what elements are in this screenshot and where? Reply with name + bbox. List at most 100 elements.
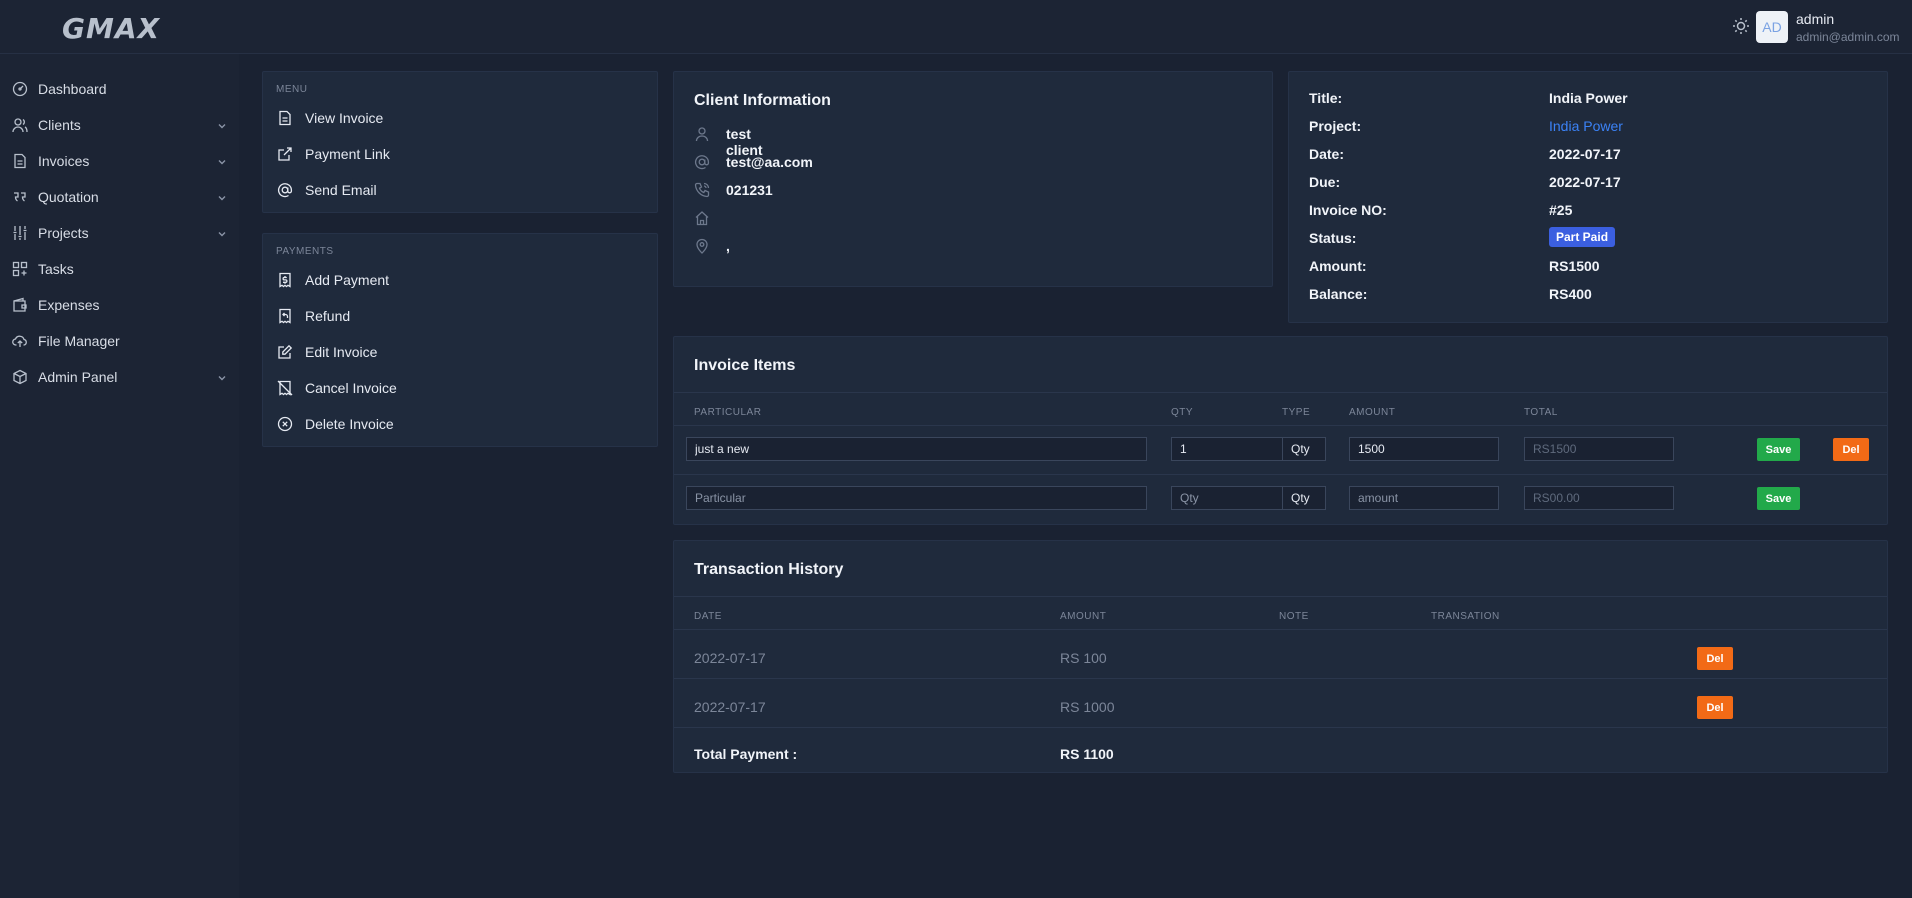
sidebar-item-label: Tasks bbox=[38, 261, 74, 277]
column-header-amount: AMOUNT bbox=[1349, 407, 1396, 418]
delete-button[interactable]: Del bbox=[1833, 438, 1869, 461]
receipt-dollar-icon bbox=[279, 272, 291, 288]
divider bbox=[674, 392, 1887, 393]
new-amount-input[interactable] bbox=[1349, 486, 1499, 510]
divider bbox=[674, 425, 1887, 426]
grid-icon bbox=[12, 261, 28, 277]
sidebar-item-invoices[interactable]: Invoices bbox=[0, 143, 239, 179]
payments-section-title: PAYMENTS bbox=[276, 246, 334, 257]
invoice-status-label: Status: bbox=[1309, 230, 1357, 246]
sidebar-item-tasks[interactable]: Tasks bbox=[0, 251, 239, 287]
particular-input[interactable] bbox=[686, 437, 1147, 461]
map-pin-icon bbox=[696, 238, 708, 254]
user-name[interactable]: admin bbox=[1796, 11, 1834, 27]
at-sign-icon bbox=[695, 155, 710, 170]
invoice-items-card: Invoice Items PARTICULAR QTY TYPE AMOUNT… bbox=[673, 336, 1888, 525]
add-payment-button[interactable]: Add Payment bbox=[263, 262, 657, 298]
phone-icon bbox=[694, 182, 710, 198]
invoice-project-label: Project: bbox=[1309, 118, 1362, 134]
sidebar-item-label: Dashboard bbox=[38, 81, 107, 97]
save-button[interactable]: Save bbox=[1757, 438, 1800, 461]
chevron-down-icon bbox=[218, 196, 226, 201]
home-icon bbox=[695, 211, 709, 226]
new-particular-input[interactable] bbox=[686, 486, 1147, 510]
file-icon bbox=[14, 153, 26, 169]
invoice-date-value: 2022-07-17 bbox=[1549, 146, 1621, 162]
new-save-button[interactable]: Save bbox=[1757, 487, 1800, 510]
cancel-invoice-button[interactable]: Cancel Invoice bbox=[263, 370, 657, 406]
menu-item-label: Refund bbox=[305, 308, 351, 324]
refund-button[interactable]: Refund bbox=[263, 298, 657, 334]
sidebar-item-dashboard[interactable]: Dashboard bbox=[0, 71, 239, 107]
type-select[interactable] bbox=[1282, 437, 1326, 461]
sidebar-item-admin-panel[interactable]: Admin Panel bbox=[0, 359, 239, 395]
box-icon bbox=[13, 369, 27, 385]
quote-icon bbox=[14, 192, 26, 202]
dashboard-icon bbox=[12, 81, 28, 97]
divider bbox=[674, 727, 1887, 728]
delete-invoice-button[interactable]: Delete Invoice bbox=[263, 406, 657, 442]
receipt-refund-icon bbox=[279, 308, 291, 324]
sun-icon[interactable] bbox=[1731, 16, 1751, 36]
menu-item-label: Send Email bbox=[305, 182, 377, 198]
view-invoice-button[interactable]: View Invoice bbox=[263, 100, 657, 136]
sidebar-item-label: Admin Panel bbox=[38, 369, 118, 385]
column-header-amount: AMOUNT bbox=[1060, 611, 1107, 622]
menu-item-label: Payment Link bbox=[305, 146, 390, 162]
chevron-down-icon bbox=[218, 232, 226, 237]
sidebar-item-clients[interactable]: Clients bbox=[0, 107, 239, 143]
file-text-icon bbox=[279, 110, 291, 126]
invoice-amount-value: RS1500 bbox=[1549, 258, 1600, 274]
invoice-number-label: Invoice NO: bbox=[1309, 202, 1387, 218]
transaction-amount: RS 1000 bbox=[1060, 699, 1115, 715]
sidebar-item-projects[interactable]: Projects bbox=[0, 215, 239, 251]
column-header-qty: QTY bbox=[1171, 407, 1194, 418]
divider bbox=[674, 474, 1887, 475]
client-phone: 021231 bbox=[726, 182, 773, 198]
invoice-amount-label: Amount: bbox=[1309, 258, 1367, 274]
column-header-type: TYPE bbox=[1282, 407, 1311, 418]
edit-invoice-button[interactable]: Edit Invoice bbox=[263, 334, 657, 370]
new-total-field bbox=[1524, 486, 1674, 510]
invoice-date-label: Date: bbox=[1309, 146, 1345, 162]
column-header-transaction: TRANSATION bbox=[1431, 611, 1500, 622]
sidebar-item-label: Invoices bbox=[38, 153, 90, 169]
top-header: GMAX AD admin admin@admin.com bbox=[0, 0, 1912, 54]
transaction-date: 2022-07-17 bbox=[694, 699, 766, 715]
transaction-history-card: Transaction History DATE AMOUNT NOTE TRA… bbox=[673, 540, 1888, 773]
sidebar-item-quotation[interactable]: Quotation bbox=[0, 179, 239, 215]
invoice-balance-label: Balance: bbox=[1309, 286, 1368, 302]
divider bbox=[674, 596, 1887, 597]
chevron-down-icon bbox=[218, 124, 226, 129]
sidebar-item-label: File Manager bbox=[38, 333, 120, 349]
users-icon bbox=[12, 118, 28, 133]
transaction-amount: RS 100 bbox=[1060, 650, 1107, 666]
transaction-date: 2022-07-17 bbox=[694, 650, 766, 666]
invoice-title-label: Title: bbox=[1309, 90, 1343, 106]
receipt-cancel-icon bbox=[277, 380, 293, 396]
user-email: admin@admin.com bbox=[1796, 30, 1900, 44]
client-location: , bbox=[726, 238, 730, 254]
delete-transaction-button[interactable]: Del bbox=[1697, 696, 1733, 719]
sidebar-item-file-manager[interactable]: File Manager bbox=[0, 323, 239, 359]
column-header-note: NOTE bbox=[1279, 611, 1309, 622]
sidebar-item-expenses[interactable]: Expenses bbox=[0, 287, 239, 323]
amount-input[interactable] bbox=[1349, 437, 1499, 461]
invoice-details-card: Title: India Power Project: India Power … bbox=[1288, 71, 1888, 323]
delete-transaction-button[interactable]: Del bbox=[1697, 647, 1733, 670]
total-field bbox=[1524, 437, 1674, 461]
app-logo[interactable]: GMAX bbox=[62, 12, 160, 45]
invoice-number-value: #25 bbox=[1549, 202, 1573, 218]
column-header-total: TOTAL bbox=[1524, 407, 1558, 418]
project-link[interactable]: India Power bbox=[1549, 118, 1623, 134]
status-badge: Part Paid bbox=[1549, 227, 1616, 247]
at-sign-icon bbox=[278, 183, 293, 198]
avatar[interactable]: AD bbox=[1756, 11, 1788, 43]
send-email-button[interactable]: Send Email bbox=[263, 172, 657, 208]
menu-section-title: MENU bbox=[276, 84, 308, 95]
menu-card: MENU View Invoice Payment Link Send Emai… bbox=[262, 71, 658, 213]
transaction-history-title: Transaction History bbox=[694, 561, 844, 578]
new-type-select[interactable] bbox=[1282, 486, 1326, 510]
menu-item-label: Cancel Invoice bbox=[305, 380, 397, 396]
payment-link-button[interactable]: Payment Link bbox=[263, 136, 657, 172]
